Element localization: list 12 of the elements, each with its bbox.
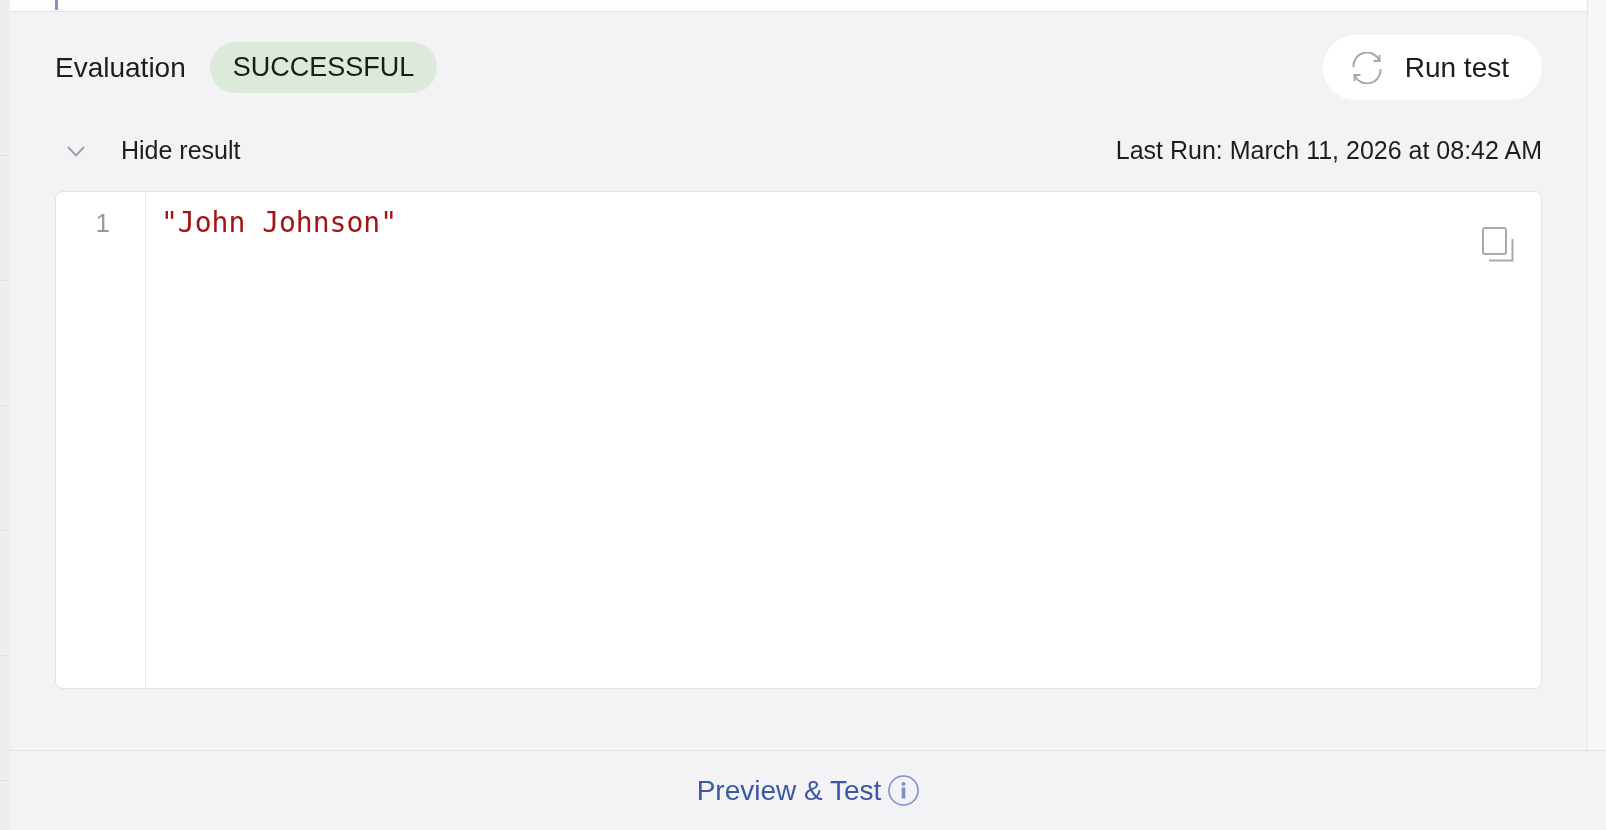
status-badge: SUCCESSFUL <box>209 42 438 93</box>
refresh-icon <box>1349 51 1384 84</box>
accent-bar <box>55 0 58 10</box>
code-line: "John Johnson" <box>161 206 398 240</box>
last-run-timestamp: Last Run: March 11, 2026 at 08:42 AM <box>1115 135 1542 167</box>
copy-icon[interactable] <box>1482 227 1514 262</box>
preview-test-link[interactable]: Preview & Test <box>696 769 882 812</box>
info-icon[interactable] <box>888 775 920 806</box>
hide-result-toggle[interactable]: Hide result <box>55 132 241 170</box>
run-test-button[interactable]: Run test <box>1322 35 1542 100</box>
evaluation-label: Evaluation <box>55 50 186 85</box>
line-number: 1 <box>94 207 110 240</box>
